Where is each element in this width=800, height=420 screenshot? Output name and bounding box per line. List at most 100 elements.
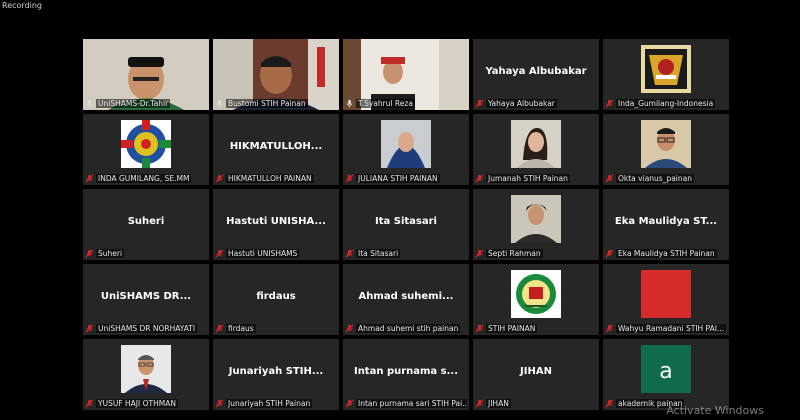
mic-muted-icon <box>605 399 614 408</box>
mic-muted-icon <box>345 249 354 258</box>
participant-tile[interactable]: UniSHAMS-Dr.Tahir <box>83 39 209 110</box>
participant-name-label: Okta vianus_painan <box>605 173 727 184</box>
participant-name: Yahaya Albubakar <box>486 99 557 108</box>
participant-tile[interactable]: Inda_Gumilang-Indonesia <box>603 39 729 110</box>
participant-display-name: Intan purnama s... <box>353 366 459 377</box>
participant-name-label: HIKMATULLOH PAINAN <box>215 173 337 184</box>
participant-name-label: Wahyu Ramadani STIH PAI... <box>605 323 727 334</box>
activate-windows-watermark: Activate Windows <box>666 404 764 417</box>
participant-tile[interactable]: Intan purnama s... Intan purnama sari STI… <box>343 339 469 410</box>
participant-tile[interactable]: HIKMATULLOH... HIKMATULLOH PAINAN <box>213 114 339 185</box>
participant-name: UniSHAMS-Dr.Tahir <box>96 99 171 108</box>
participant-tile[interactable]: Junariyah STIH... Junariyah STIH Painan <box>213 339 339 410</box>
participant-name-label: Jumanah STIH Painan <box>475 173 597 184</box>
participant-name-label: STIH PAINAN <box>475 323 597 334</box>
participant-display-name: HIKMATULLOH... <box>229 141 323 152</box>
mic-icon <box>215 99 224 108</box>
mic-muted-icon <box>215 324 224 333</box>
mic-muted-icon <box>85 324 94 333</box>
participant-tile[interactable]: Okta vianus_painan <box>603 114 729 185</box>
participant-display-name: Yahaya Albubakar <box>485 66 587 77</box>
participant-name-label: YUSUF HAJI OTHMAN <box>85 398 207 409</box>
mic-muted-icon <box>475 399 484 408</box>
participant-tile[interactable]: Ahmad suhemi... Ahmad suhemi stih painan <box>343 264 469 335</box>
participant-tile[interactable]: a akademik painan <box>603 339 729 410</box>
participant-name-label: JIHAN <box>475 398 597 409</box>
participant-tile[interactable]: firdaus firdaus <box>213 264 339 335</box>
participant-tile[interactable]: Eka Maulidya ST... Eka Maulidya STIH Pain… <box>603 189 729 260</box>
participant-tile[interactable]: Yahaya Albubakar Yahaya Albubakar <box>473 39 599 110</box>
mic-muted-icon <box>475 324 484 333</box>
mic-muted-icon <box>605 174 614 183</box>
participant-name-label: JULIANA STIH PAINAN <box>345 173 467 184</box>
mic-muted-icon <box>475 174 484 183</box>
participant-gallery: UniSHAMS-Dr.Tahir Bustomi STIH Painan T.Sy… <box>83 39 729 410</box>
participant-name: HIKMATULLOH PAINAN <box>226 174 314 183</box>
participant-name: Jumanah STIH Painan <box>486 174 570 183</box>
participant-name: Inda_Gumilang-Indonesia <box>616 99 716 108</box>
participant-name-label: Hastuti UNISHAMS <box>215 248 337 259</box>
participant-display-name: Ita Sitasari <box>375 216 437 227</box>
mic-muted-icon <box>85 174 94 183</box>
participant-name: Intan purnama sari STIH Pai... <box>356 399 467 408</box>
participant-display-name: Eka Maulidya ST... <box>614 216 718 227</box>
participant-name: Suheri <box>96 249 125 258</box>
participant-display-name: Ahmad suhemi... <box>358 291 454 302</box>
participant-display-name: firdaus <box>256 291 296 302</box>
participant-name-label: Septi Rahman <box>475 248 597 259</box>
mic-muted-icon <box>475 249 484 258</box>
participant-tile[interactable]: JULIANA STIH PAINAN <box>343 114 469 185</box>
participant-name: Hastuti UNISHAMS <box>226 249 300 258</box>
mic-muted-icon <box>215 174 224 183</box>
participant-tile[interactable]: UniSHAMS DR... UniSHAMS DR NORHAYATI <box>83 264 209 335</box>
participant-tile[interactable]: Suheri Suheri <box>83 189 209 260</box>
participant-name: JIHAN <box>486 399 511 408</box>
participant-tile[interactable]: Bustomi STIH Painan <box>213 39 339 110</box>
participant-tile[interactable]: STIH PAINAN <box>473 264 599 335</box>
participant-name: Septi Rahman <box>486 249 543 258</box>
participant-tile[interactable]: T.Syahrul Reza <box>343 39 469 110</box>
mic-muted-icon <box>475 99 484 108</box>
participant-tile[interactable]: Septi Rahman <box>473 189 599 260</box>
participant-tile[interactable]: INDA GUMILANG, SE.MM <box>83 114 209 185</box>
participant-tile[interactable]: Wahyu Ramadani STIH PAI... <box>603 264 729 335</box>
mic-muted-icon <box>345 399 354 408</box>
participant-name: Okta vianus_painan <box>616 174 694 183</box>
participant-name-label: Eka Maulidya STIH Painan <box>605 248 727 259</box>
participant-name: YUSUF HAJI OTHMAN <box>96 399 178 408</box>
participant-name-label: Intan purnama sari STIH Pai... <box>345 398 467 409</box>
mic-muted-icon <box>605 249 614 258</box>
mic-muted-icon <box>215 249 224 258</box>
mic-muted-icon <box>605 324 614 333</box>
participant-name: T.Syahrul Reza <box>356 99 415 108</box>
participant-tile[interactable]: Hastuti UNISHA... Hastuti UNISHAMS <box>213 189 339 260</box>
participant-tile[interactable]: Jumanah STIH Painan <box>473 114 599 185</box>
mic-muted-icon <box>345 324 354 333</box>
participant-tile[interactable]: YUSUF HAJI OTHMAN <box>83 339 209 410</box>
avatar-letter: a <box>659 359 672 384</box>
participant-name: JULIANA STIH PAINAN <box>356 174 440 183</box>
mic-muted-icon <box>605 99 614 108</box>
participant-name: Wahyu Ramadani STIH PAI... <box>616 324 727 333</box>
participant-tile[interactable]: JIHAN JIHAN <box>473 339 599 410</box>
participant-name-label: Suheri <box>85 248 207 259</box>
participant-tile[interactable]: Ita Sitasari Ita Sitasari <box>343 189 469 260</box>
participant-name-label: firdaus <box>215 323 337 334</box>
participant-name: STIH PAINAN <box>486 324 538 333</box>
participant-name: INDA GUMILANG, SE.MM <box>96 174 192 183</box>
participant-name-label: Inda_Gumilang-Indonesia <box>605 98 727 109</box>
recording-indicator: Recording <box>2 1 43 10</box>
participant-name-label: Bustomi STIH Painan <box>215 98 337 109</box>
mic-muted-icon <box>345 174 354 183</box>
participant-name-label: T.Syahrul Reza <box>345 98 467 109</box>
participant-name: UniSHAMS DR NORHAYATI <box>96 324 198 333</box>
participant-name: Bustomi STIH Painan <box>226 99 308 108</box>
mic-icon <box>85 99 94 108</box>
mic-icon <box>345 99 354 108</box>
participant-display-name: Hastuti UNISHA... <box>226 216 326 227</box>
mic-muted-icon <box>215 399 224 408</box>
participant-display-name: Suheri <box>127 216 165 227</box>
participant-display-name: JIHAN <box>520 366 552 377</box>
participant-name-label: Yahaya Albubakar <box>475 98 597 109</box>
participant-name-label: Ita Sitasari <box>345 248 467 259</box>
